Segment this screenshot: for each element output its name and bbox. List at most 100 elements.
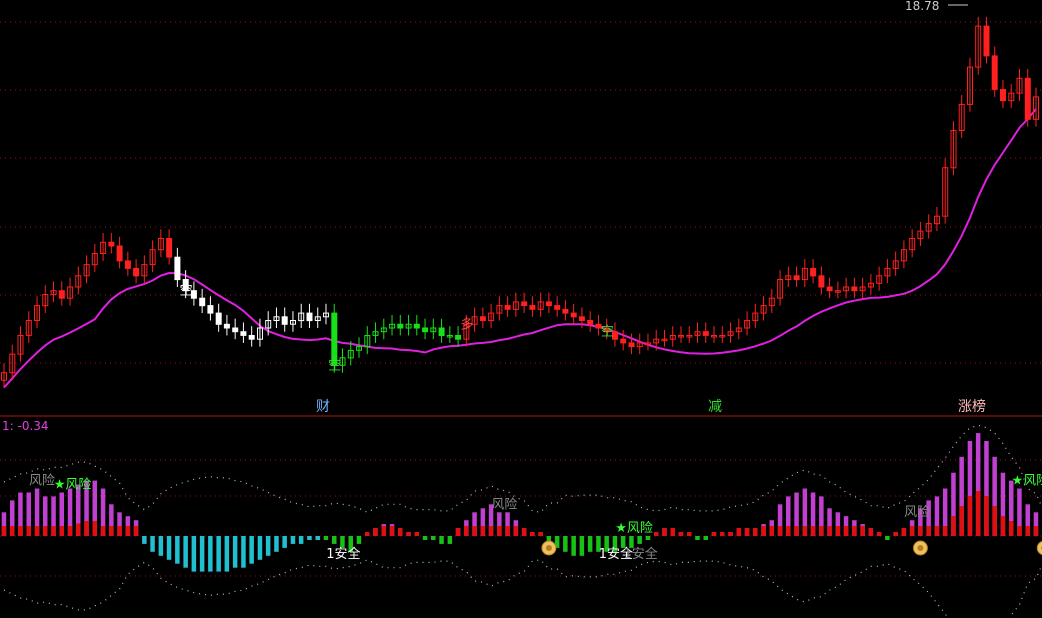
indicator-bar-core bbox=[455, 528, 461, 536]
indicator-bar-negative bbox=[563, 536, 568, 552]
indicator-grid bbox=[0, 459, 1042, 577]
candle-body bbox=[108, 241, 115, 247]
candle-body bbox=[562, 308, 569, 314]
lower-dot-band bbox=[3, 559, 1042, 618]
candle-body bbox=[810, 267, 817, 277]
indicator-bar-core bbox=[744, 528, 750, 536]
risk-annotation: ★风险 bbox=[1011, 474, 1042, 489]
indicator-bar-negative bbox=[142, 536, 147, 544]
indicator-annotations: ★风险★风险★风险风险风险风险1安全1安全1安全 bbox=[29, 474, 1042, 562]
indicator-bar-core bbox=[84, 521, 89, 536]
indicator-bar-core bbox=[100, 526, 106, 536]
safety-annotation: 1安全 bbox=[326, 546, 360, 562]
indicator-bar-core bbox=[893, 532, 898, 536]
indicator-bar-core bbox=[480, 526, 486, 536]
indicator-bar-negative bbox=[885, 536, 890, 540]
indicator-bar-core bbox=[984, 496, 989, 536]
indicator-bar-negative bbox=[257, 536, 263, 560]
indicator-bar-negative bbox=[241, 536, 246, 568]
trend-marker: 空 bbox=[601, 325, 614, 340]
indicator-bar-core bbox=[843, 526, 849, 536]
candle-body bbox=[1000, 89, 1006, 102]
indicator-bar-negative bbox=[356, 536, 362, 544]
risk-annotation: ★风险 bbox=[615, 521, 653, 536]
safety-annotation: 1安全 bbox=[623, 546, 657, 562]
indicator-bar-core bbox=[753, 528, 758, 536]
candle-body bbox=[232, 327, 239, 333]
trend-marker: 空 bbox=[328, 358, 341, 373]
candle-body bbox=[248, 335, 255, 340]
indicator-bar-negative bbox=[431, 536, 436, 540]
indicator-bar-core bbox=[852, 526, 857, 536]
bottom-marker: 财 bbox=[316, 399, 330, 415]
indicator-bar-core bbox=[860, 526, 865, 536]
indicator-bar-core bbox=[109, 526, 114, 536]
indicator-bar-core bbox=[125, 526, 131, 536]
indicator-bar-negative bbox=[282, 536, 287, 548]
indicator-bar-core bbox=[133, 526, 139, 536]
indicator-bar-negative bbox=[703, 536, 708, 540]
candle-body bbox=[479, 316, 486, 321]
candle-body bbox=[793, 275, 800, 280]
indicator-bar-core bbox=[670, 528, 675, 536]
indicator-bar-negative bbox=[307, 536, 312, 540]
bottom-marker: 涨榜 bbox=[958, 398, 986, 415]
indicator-bar-negative bbox=[579, 536, 585, 556]
indicator-bar-negative bbox=[332, 536, 337, 544]
indicator-bar-negative bbox=[175, 536, 180, 564]
candle-body bbox=[1024, 77, 1031, 120]
indicator-bar-core bbox=[497, 526, 502, 536]
indicator-bar-negative bbox=[439, 536, 444, 544]
high-price-label: 18.78 bbox=[905, 0, 939, 13]
candle-body bbox=[545, 301, 552, 307]
money-bag-icon-center bbox=[917, 545, 924, 551]
indicator-bar-core bbox=[381, 526, 386, 536]
indicator-bar-core bbox=[918, 526, 923, 536]
indicator-bar-core bbox=[373, 528, 378, 536]
candle-body bbox=[240, 331, 247, 336]
indicator-bar-core bbox=[777, 526, 783, 536]
indicator-bar-core bbox=[10, 526, 15, 536]
indicator-bar-negative bbox=[150, 536, 155, 552]
indicator-dot-bands bbox=[3, 424, 1042, 618]
indicator-bar-core bbox=[538, 532, 543, 536]
indicator-bar-core bbox=[901, 528, 907, 536]
indicator-bar-core bbox=[406, 532, 411, 536]
indicator-bar-negative bbox=[232, 536, 238, 568]
indicator-bar-core bbox=[1017, 526, 1022, 536]
indicator-bar-negative bbox=[571, 536, 576, 556]
candle-body bbox=[223, 323, 230, 329]
indicator-bar-negative bbox=[298, 536, 304, 544]
candle-body bbox=[166, 238, 173, 258]
indicator-bar-negative bbox=[208, 536, 213, 572]
indicator-bar-core bbox=[472, 526, 477, 536]
upper-dot-band bbox=[3, 424, 1042, 513]
indicator-bar-core bbox=[975, 491, 981, 536]
candle-body bbox=[570, 312, 577, 318]
bottom-markers: 财 减 涨榜 bbox=[316, 398, 986, 415]
indicator-bar-core bbox=[761, 526, 766, 536]
indicator-bar-core bbox=[398, 528, 403, 536]
candle-body bbox=[628, 342, 635, 348]
indicator-bar-negative bbox=[422, 536, 428, 540]
candlestick-layer bbox=[1, 16, 1039, 388]
indicator-bar-negative bbox=[216, 536, 221, 572]
candle-body bbox=[851, 286, 858, 292]
candle-body bbox=[620, 338, 627, 344]
indicator-bar-core bbox=[992, 506, 997, 536]
indicator-bar-core bbox=[18, 526, 23, 536]
candle-body bbox=[397, 323, 404, 329]
indicator-bar-negative bbox=[645, 536, 651, 540]
indicator-bar-core bbox=[1009, 521, 1014, 536]
indicator-bar-core bbox=[26, 526, 31, 536]
candle-body bbox=[306, 312, 313, 322]
indicator-bar-core bbox=[521, 528, 527, 536]
risk-annotation: 风险 bbox=[491, 497, 517, 512]
indicator-bar-core bbox=[794, 526, 799, 536]
indicator-bar-core bbox=[736, 528, 741, 536]
candle-body bbox=[504, 305, 511, 310]
candle-body bbox=[422, 327, 429, 333]
indicator-bar-core bbox=[1000, 516, 1006, 536]
indicator-bar-negative bbox=[695, 536, 700, 540]
candle-body bbox=[983, 25, 990, 57]
